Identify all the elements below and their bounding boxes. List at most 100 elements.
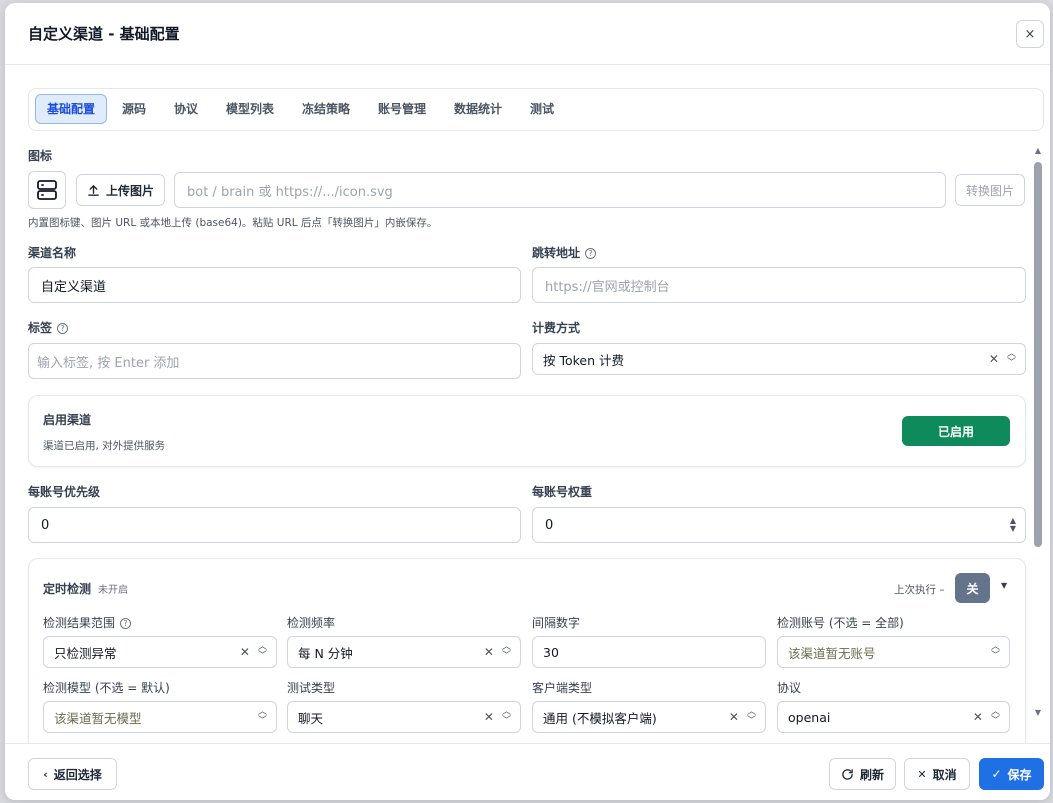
result-range-label: 检测结果范围? [43,614,132,631]
chevron-updown-icon: ︿ ﹀ [746,707,756,726]
test-type-select[interactable]: 聊天 ✕ ︿ ﹀ [287,701,521,733]
frequency-select[interactable]: 每 N 分钟 ✕ ︿ ﹀ [287,636,521,668]
protocol-label: 协议 [777,681,802,695]
enable-channel-title: 启用渠道 [43,413,92,427]
client-type-value: 通用 (不模拟客户端) [543,710,657,726]
billing-select[interactable]: 按 Token 计费 ✕ ︿ ﹀ [532,343,1026,375]
client-type-select[interactable]: 通用 (不模拟客户端) ✕ ︿ ﹀ [532,701,766,733]
check-model-select[interactable]: 该渠道暂无模型 ︿ ﹀ [43,701,277,733]
priority-input[interactable]: 0 [28,507,521,543]
close-button[interactable]: × [1016,20,1044,48]
interval-input[interactable]: 30 [532,636,766,668]
tab-basic-config[interactable]: 基础配置 [35,94,108,124]
test-type-label: 测试类型 [287,681,336,695]
chevron-updown-icon: ︿ ﹀ [990,707,1000,726]
client-type-label: 客户端类型 [532,681,593,695]
tab-freeze-policy[interactable]: 冻结策略 [291,94,361,124]
chevron-updown-icon: ︿ ﹀ [257,642,267,661]
weight-input[interactable]: 0 ▲ ▼ [532,507,1026,543]
weight-label: 每账号权重 [532,485,593,499]
vertical-scrollbar[interactable]: ▲ ▼ [1034,146,1042,717]
clear-icon[interactable]: ✕ [729,710,739,724]
back-button[interactable]: ‹ 返回选择 [28,758,117,790]
number-stepper-icon[interactable]: ▲ ▼ [1010,517,1016,533]
check-accounts-label: 检测账号 (不选 = 全部) [777,616,904,630]
save-label: 保存 [1007,767,1032,782]
modal-header: 自定义渠道 - 基础配置 × [5,3,1050,65]
modal-body: 基础配置 源码 协议 模型列表 冻结策略 账号管理 数据统计 测试 图标 上传图… [5,66,1050,743]
result-range-select[interactable]: 只检测异常 ✕ ︿ ﹀ [43,636,277,668]
upload-image-label: 上传图片 [105,183,154,198]
icon-label: 图标 [28,149,53,163]
icon-url-input[interactable]: bot / brain 或 https://.../icon.svg [174,172,946,208]
enabled-toggle-button[interactable]: 已启用 [902,416,1010,446]
check-icon: ✓ [991,767,1002,781]
chevron-updown-icon: ︿ ﹀ [257,707,267,726]
caret-down-icon[interactable]: ▼ [1001,581,1007,590]
tab-source-code[interactable]: 源码 [111,94,157,124]
tab-protocol[interactable]: 协议 [163,94,209,124]
test-type-value: 聊天 [298,710,324,726]
channel-name-input[interactable]: 自定义渠道 [28,267,521,303]
billing-label: 计费方式 [532,321,581,335]
check-accounts-select[interactable]: 该渠道暂无账号 ︿ ﹀ [777,636,1010,668]
chevron-updown-icon: ︿ ﹀ [501,707,511,726]
server-icon [37,180,57,200]
refresh-button[interactable]: 刷新 [829,758,896,790]
check-model-value: 该渠道暂无模型 [54,710,142,726]
billing-value: 按 Token 计费 [543,352,625,368]
chevron-updown-icon: ︿ ﹀ [990,642,1000,661]
icon-preview[interactable] [28,171,66,209]
cancel-label: 取消 [932,767,957,782]
convert-image-button[interactable]: 转换图片 [955,174,1025,206]
result-range-value: 只检测异常 [54,645,117,661]
cancel-button[interactable]: ✕ 取消 [904,758,970,790]
clear-icon[interactable]: ✕ [240,645,250,659]
upload-image-button[interactable]: 上传图片 [76,174,165,206]
tab-model-list[interactable]: 模型列表 [215,94,285,124]
protocol-value: openai [788,709,831,725]
channel-name-label: 渠道名称 [28,246,77,260]
save-button[interactable]: ✓ 保存 [979,758,1044,790]
clear-icon[interactable]: ✕ [484,645,494,659]
tags-label: 标签? [28,319,69,336]
modal-title: 自定义渠道 - 基础配置 [28,25,180,43]
help-icon[interactable]: ? [585,248,597,259]
close-icon: × [1024,26,1036,42]
icon-hint: 内置图标键、图片 URL 或本地上传 (base64)。粘贴 URL 后点「转换… [28,217,438,229]
tab-statistics[interactable]: 数据统计 [443,94,513,124]
tab-bar: 基础配置 源码 协议 模型列表 冻结策略 账号管理 数据统计 测试 [28,88,1044,131]
scroll-down-icon[interactable]: ▼ [1034,708,1042,717]
clear-icon[interactable]: ✕ [484,710,494,724]
tags-input[interactable]: 输入标签, 按 Enter 添加 [28,343,521,379]
tab-account-management[interactable]: 账号管理 [367,94,437,124]
modal-footer: ‹ 返回选择 刷新 ✕ 取消 ✓ 保存 [5,743,1050,800]
channel-config-modal: 自定义渠道 - 基础配置 × 基础配置 源码 协议 模型列表 冻结策略 账号管理… [5,3,1050,800]
redirect-url-input[interactable]: https://官网或控制台 [532,267,1026,303]
chevron-updown-icon: ︿ ﹀ [501,642,511,661]
clear-icon[interactable]: ✕ [989,352,999,366]
scheduled-check-card: 定时检测 未开启 上次执行 – 关 ▼ 检测结果范围? 只检测异常 ✕ ︿ ﹀ 检测频… [28,558,1026,743]
scheduled-check-title: 定时检测 未开启 [43,582,129,596]
enable-channel-card: 启用渠道 渠道已启用, 对外提供服务 已启用 [28,395,1026,467]
help-icon[interactable]: ? [120,618,132,629]
help-icon[interactable]: ? [57,323,69,334]
refresh-icon [842,768,853,780]
scroll-up-icon[interactable]: ▲ [1034,146,1042,155]
tab-test[interactable]: 测试 [519,94,565,124]
scroll-thumb[interactable] [1034,162,1042,547]
check-model-label: 检测模型 (不选 = 默认) [43,681,170,695]
scheduled-check-status: 未开启 [98,585,129,596]
weight-value: 0 [545,517,554,533]
clear-icon[interactable]: ✕ [973,710,983,724]
protocol-select[interactable]: openai ✕ ︿ ﹀ [777,701,1010,733]
priority-label: 每账号优先级 [28,485,101,499]
check-accounts-value: 该渠道暂无账号 [788,645,876,661]
interval-label: 间隔数字 [532,616,581,630]
last-run-text: 上次执行 – [894,584,945,596]
chevron-updown-icon: ︿ ﹀ [1006,349,1016,368]
frequency-label: 检测频率 [287,616,336,630]
chevron-left-icon: ‹ [43,767,48,781]
back-label: 返回选择 [53,767,102,782]
scheduled-check-toggle[interactable]: 关 [955,573,990,603]
